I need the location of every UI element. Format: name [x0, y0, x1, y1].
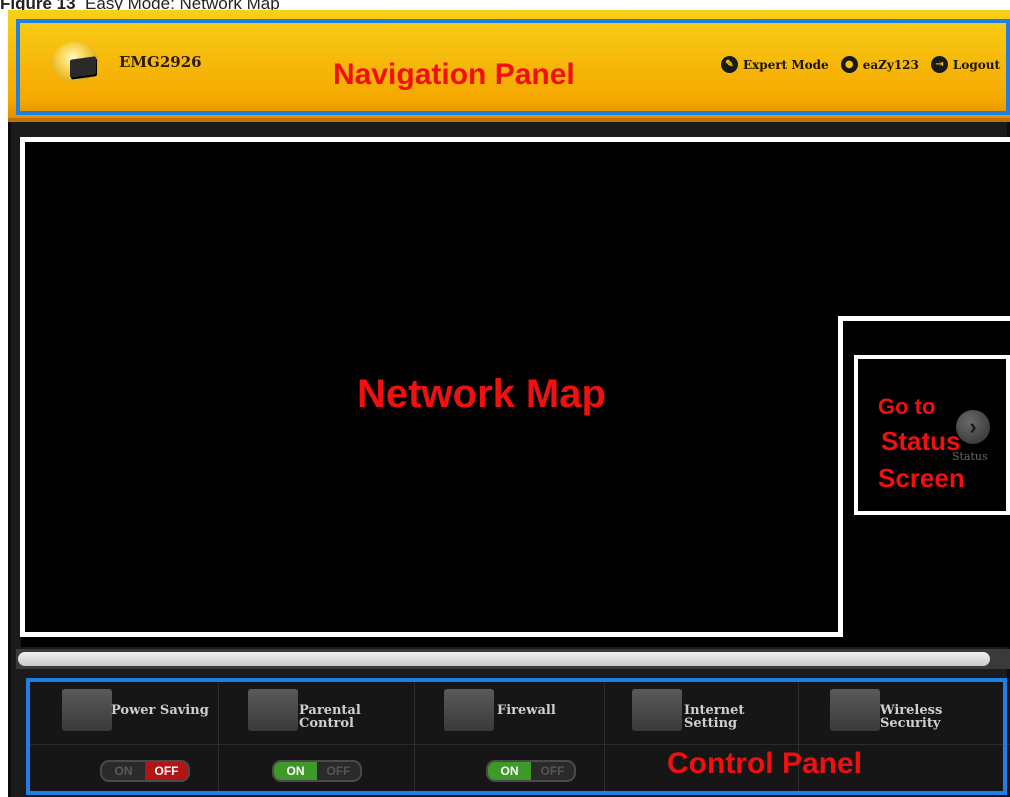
- control-panel-annotation: Control Panel: [667, 747, 863, 780]
- map-outline-bottom: [20, 632, 843, 637]
- navigation-panel-annotation: Navigation Panel: [333, 58, 575, 91]
- header-divider: [8, 118, 1010, 122]
- go-to-annotation: Go to: [878, 394, 936, 419]
- map-outline-step: [838, 316, 1010, 321]
- screen-annotation: Screen: [878, 463, 965, 493]
- map-outline-top: [20, 137, 1010, 142]
- scrollbar-thumb[interactable]: [18, 652, 990, 666]
- network-map-annotation: Network Map: [357, 372, 606, 416]
- map-outline-inner-right: [838, 316, 843, 637]
- chevron-right-icon[interactable]: ›: [956, 410, 990, 444]
- status-annotation: Status: [881, 426, 961, 456]
